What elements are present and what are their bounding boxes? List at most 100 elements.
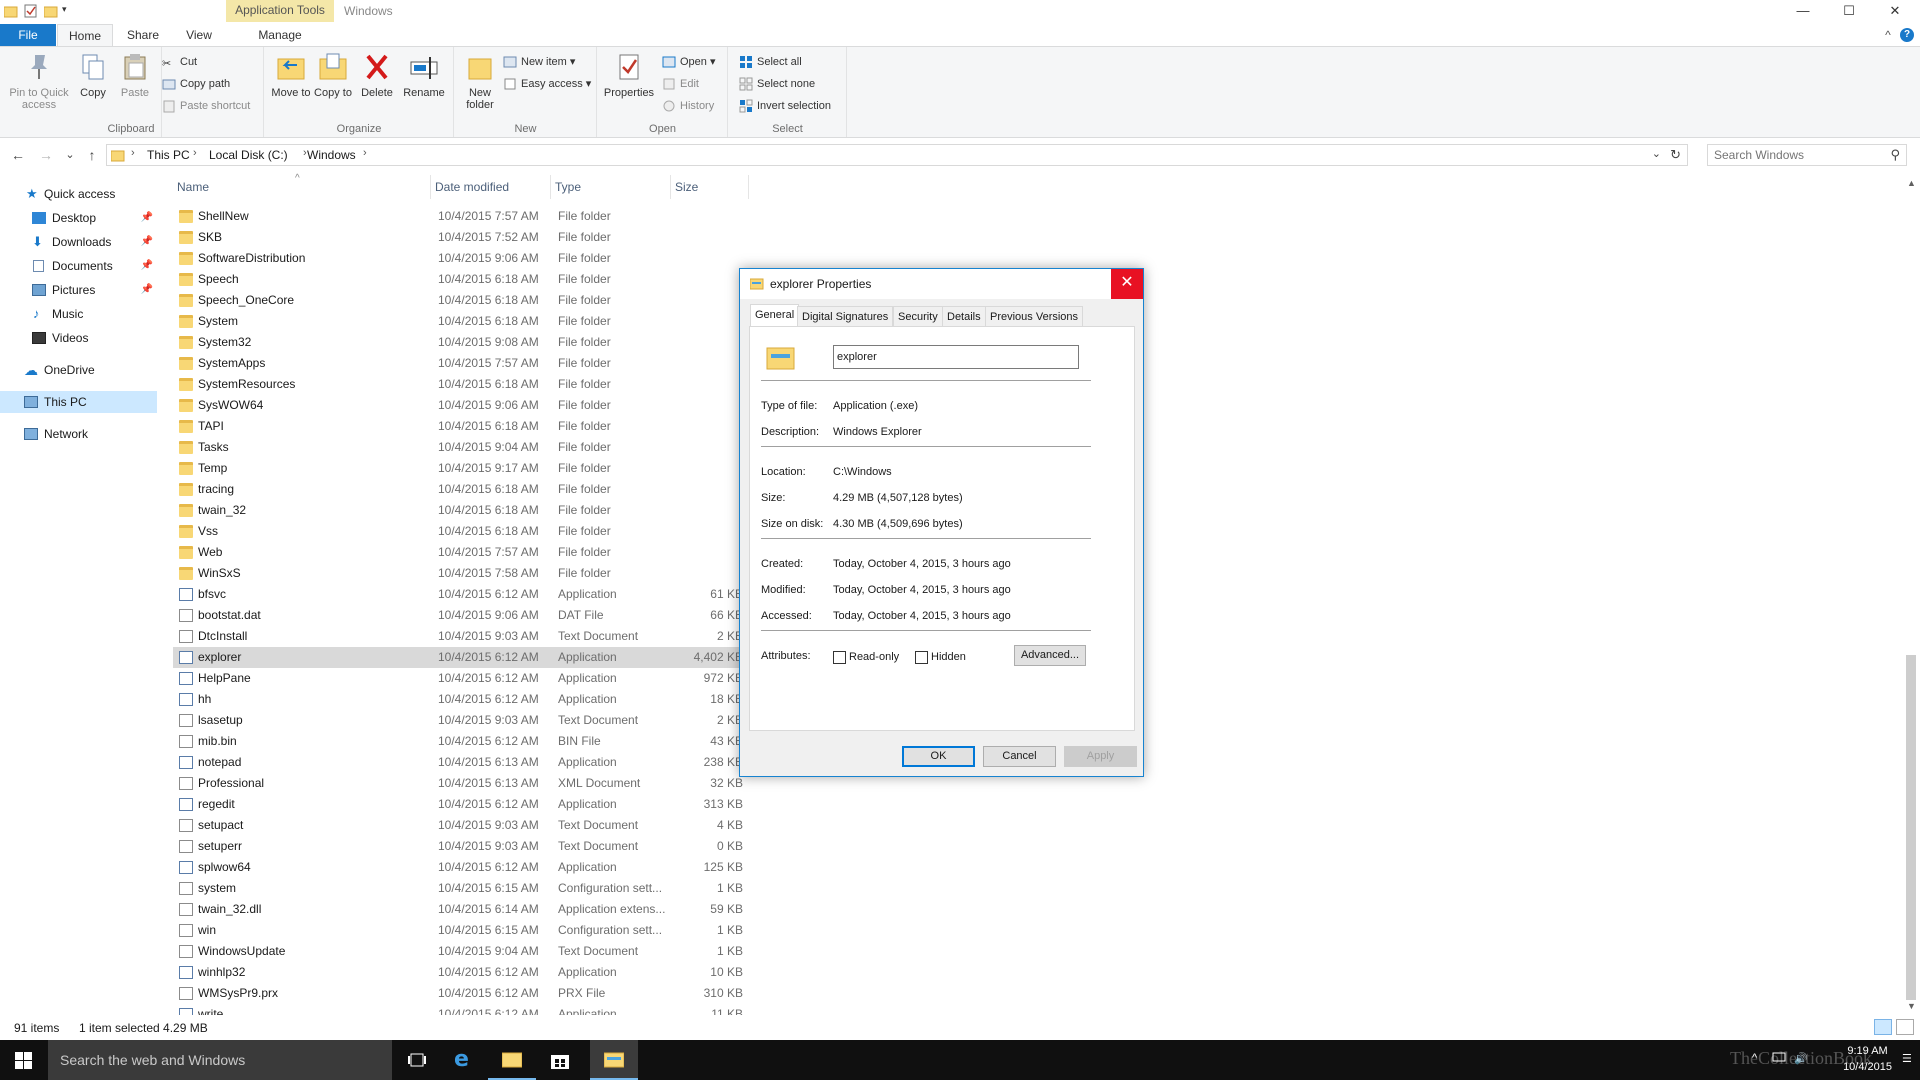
- column-header-name[interactable]: Name ^: [173, 173, 431, 199]
- file-explorer-window-button[interactable]: [590, 1040, 638, 1080]
- copy-path-button[interactable]: Copy path: [162, 75, 230, 93]
- table-row[interactable]: Speech 10/4/2015 6:18 AM File folder: [173, 269, 743, 290]
- table-row[interactable]: TAPI 10/4/2015 6:18 AM File folder: [173, 416, 743, 437]
- new-item-button[interactable]: New item ▾: [503, 53, 575, 71]
- column-header-date[interactable]: Date modified: [431, 175, 551, 199]
- nav-downloads[interactable]: ⬇ Downloads 📌: [0, 231, 157, 253]
- tab-details[interactable]: Details: [942, 306, 986, 326]
- readonly-label[interactable]: Read-only: [849, 651, 899, 663]
- filename-field[interactable]: [833, 345, 1079, 369]
- table-row[interactable]: setupact 10/4/2015 9:03 AM Text Document 4 …: [173, 815, 743, 836]
- nav-pictures[interactable]: Pictures 📌: [0, 279, 157, 301]
- breadcrumb-separator[interactable]: ›: [363, 147, 367, 159]
- table-row[interactable]: setuperr 10/4/2015 9:03 AM Text Document 0 …: [173, 836, 743, 857]
- tab-general[interactable]: General: [750, 304, 800, 327]
- table-row[interactable]: System 10/4/2015 6:18 AM File folder: [173, 311, 743, 332]
- column-header-type[interactable]: Type: [551, 175, 671, 199]
- hidden-checkbox[interactable]: [915, 651, 928, 664]
- table-row[interactable]: SystemApps 10/4/2015 7:57 AM File folder: [173, 353, 743, 374]
- dialog-close-button[interactable]: ✕: [1111, 269, 1143, 299]
- open-button[interactable]: Open ▾: [662, 53, 716, 71]
- nav-onedrive[interactable]: ☁ OneDrive: [0, 359, 157, 381]
- breadcrumb-separator[interactable]: ›: [193, 147, 197, 159]
- table-row[interactable]: Speech_OneCore 10/4/2015 6:18 AM File fold…: [173, 290, 743, 311]
- column-header-size[interactable]: Size: [671, 175, 749, 199]
- minimize-button[interactable]: —: [1780, 0, 1826, 24]
- table-row[interactable]: win 10/4/2015 6:15 AM Configuration sett..…: [173, 920, 743, 941]
- table-row[interactable]: SoftwareDistribution 10/4/2015 9:06 AM Fil…: [173, 248, 743, 269]
- table-row[interactable]: SysWOW64 10/4/2015 9:06 AM File folder: [173, 395, 743, 416]
- select-all-button[interactable]: Select all: [739, 53, 802, 71]
- table-row[interactable]: regedit 10/4/2015 6:12 AM Application 313 K…: [173, 794, 743, 815]
- invert-selection-button[interactable]: Invert selection: [739, 97, 831, 115]
- forward-button[interactable]: →: [36, 145, 56, 165]
- up-button[interactable]: ↑: [82, 145, 102, 165]
- delete-button[interactable]: Delete: [357, 51, 397, 99]
- easy-access-button[interactable]: Easy access ▾: [503, 75, 591, 93]
- copy-button[interactable]: Copy: [76, 51, 110, 99]
- pin-icon[interactable]: 📌: [141, 231, 153, 253]
- table-row[interactable]: twain_32.dll 10/4/2015 6:14 AM Application…: [173, 899, 743, 920]
- system-clock[interactable]: 9:19 AM 10/4/2015: [1843, 1043, 1892, 1075]
- tab-share[interactable]: Share: [116, 24, 170, 46]
- breadcrumb-this-pc[interactable]: This PC: [147, 148, 190, 162]
- ok-button[interactable]: OK: [902, 746, 975, 767]
- new-folder-button[interactable]: New folder: [459, 51, 501, 111]
- notifications-icon[interactable]: ☰: [1902, 1052, 1912, 1065]
- nav-videos[interactable]: Videos: [0, 327, 157, 349]
- table-row[interactable]: WindowsUpdate 10/4/2015 9:04 AM Text Docum…: [173, 941, 743, 962]
- table-row[interactable]: winhlp32 10/4/2015 6:12 AM Application 10 K…: [173, 962, 743, 983]
- pin-icon[interactable]: 📌: [141, 207, 153, 229]
- tab-previous-versions[interactable]: Previous Versions: [985, 306, 1084, 326]
- table-row[interactable]: system 10/4/2015 6:15 AM Configuration set…: [173, 878, 743, 899]
- pin-icon[interactable]: 📌: [141, 255, 153, 277]
- search-icon[interactable]: ⚲: [1890, 147, 1900, 163]
- table-row[interactable]: Professional 10/4/2015 6:13 AM XML Documen…: [173, 773, 743, 794]
- edge-button[interactable]: e: [440, 1040, 488, 1080]
- advanced-button[interactable]: Advanced...: [1014, 645, 1086, 666]
- table-row[interactable]: explorer 10/4/2015 6:12 AM Application 4,40…: [173, 647, 743, 668]
- address-bar[interactable]: › This PC › Local Disk (C:) › Windows › …: [106, 144, 1688, 166]
- search-input[interactable]: [1708, 145, 1878, 165]
- table-row[interactable]: Vss 10/4/2015 6:18 AM File folder: [173, 521, 743, 542]
- details-view-button[interactable]: [1874, 1019, 1892, 1035]
- ribbon-collapse-icon[interactable]: ^: [1880, 24, 1896, 46]
- new-folder-icon[interactable]: [43, 4, 58, 18]
- maximize-button[interactable]: ☐: [1826, 0, 1872, 24]
- taskbar-search-box[interactable]: Search the web and Windows: [48, 1040, 392, 1080]
- apply-button[interactable]: Apply: [1064, 746, 1137, 767]
- table-row[interactable]: WMSysPr9.prx 10/4/2015 6:12 AM PRX File 310…: [173, 983, 743, 1004]
- nav-music[interactable]: ♪ Music: [0, 303, 157, 325]
- scroll-thumb[interactable]: [1906, 655, 1916, 1000]
- network-icon[interactable]: [1772, 1052, 1786, 1067]
- nav-network[interactable]: Network: [0, 423, 157, 445]
- table-row[interactable]: System32 10/4/2015 9:08 AM File folder: [173, 332, 743, 353]
- nav-this-pc[interactable]: This PC: [0, 391, 157, 413]
- table-row[interactable]: DtcInstall 10/4/2015 9:03 AM Text Document…: [173, 626, 743, 647]
- copy-to-button[interactable]: Copy to: [313, 51, 353, 99]
- nav-desktop[interactable]: Desktop 📌: [0, 207, 157, 229]
- pin-quick-access-button[interactable]: Pin to Quick access: [4, 51, 74, 111]
- table-row[interactable]: lsasetup 10/4/2015 9:03 AM Text Document 2 …: [173, 710, 743, 731]
- properties-button[interactable]: Properties: [602, 51, 656, 99]
- select-none-button[interactable]: Select none: [739, 75, 815, 93]
- breadcrumb-windows[interactable]: Windows: [307, 148, 356, 162]
- back-button[interactable]: ←: [8, 145, 28, 165]
- tab-manage[interactable]: Manage: [226, 24, 334, 46]
- table-row[interactable]: SKB 10/4/2015 7:52 AM File folder: [173, 227, 743, 248]
- help-icon[interactable]: ?: [1900, 28, 1914, 42]
- volume-icon[interactable]: 🔊: [1794, 1052, 1808, 1065]
- table-row[interactable]: Web 10/4/2015 7:57 AM File folder: [173, 542, 743, 563]
- tab-home[interactable]: Home: [57, 24, 113, 46]
- hidden-label[interactable]: Hidden: [931, 651, 966, 663]
- large-icons-view-button[interactable]: [1896, 1019, 1914, 1035]
- table-row[interactable]: mib.bin 10/4/2015 6:12 AM BIN File 43 KB: [173, 731, 743, 752]
- properties-icon[interactable]: [24, 4, 38, 18]
- table-row[interactable]: WinSxS 10/4/2015 7:58 AM File folder: [173, 563, 743, 584]
- tab-view[interactable]: View: [172, 24, 226, 46]
- table-row[interactable]: bootstat.dat 10/4/2015 9:06 AM DAT File 66 …: [173, 605, 743, 626]
- breadcrumb-local-disk[interactable]: Local Disk (C:): [209, 148, 288, 162]
- table-row[interactable]: HelpPane 10/4/2015 6:12 AM Application 972 …: [173, 668, 743, 689]
- scroll-down-button[interactable]: ▼: [1903, 998, 1920, 1015]
- history-button[interactable]: History: [662, 97, 714, 115]
